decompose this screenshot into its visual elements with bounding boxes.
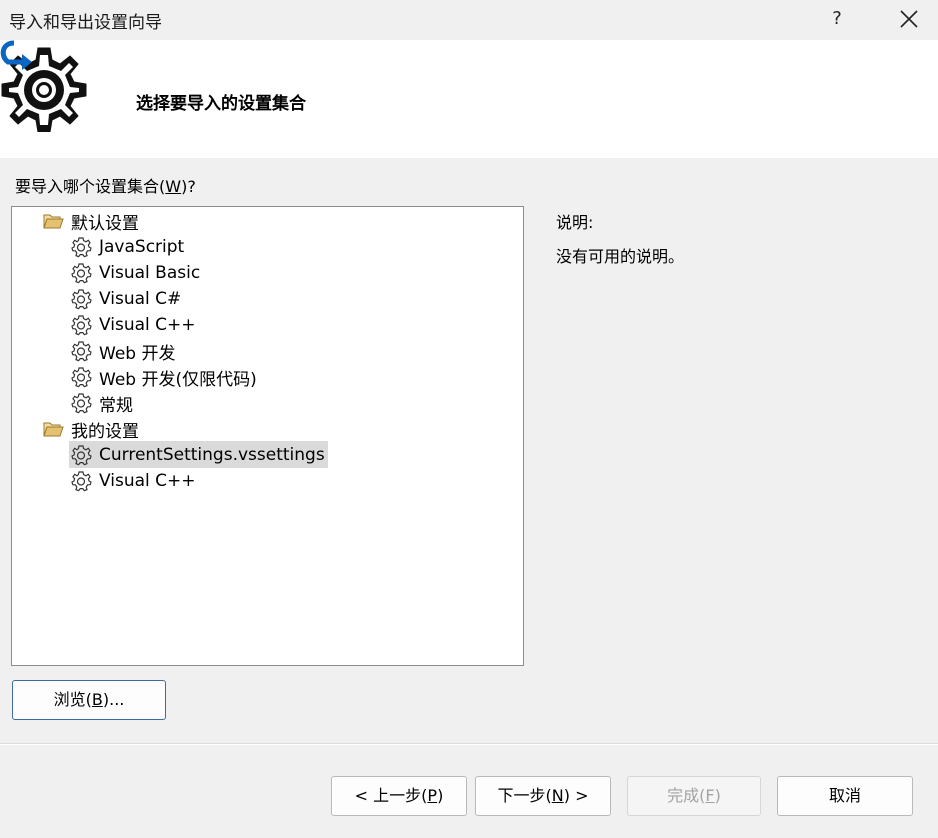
tree-item-label: Visual C++ [99,315,196,335]
close-icon [900,10,918,28]
prompt-text-end: )? [181,177,196,196]
next-accel-key: N [551,786,564,805]
gear-icon [71,341,92,362]
tree-item-web-dev[interactable]: Web 开发 [70,340,176,364]
gear-icon [71,471,92,492]
back-label: < 上一步( [354,786,428,805]
next-button[interactable]: 下一步(N) > [475,776,611,816]
tree-item-visual-csharp[interactable]: Visual C# [70,288,181,310]
help-button[interactable]: ? [822,2,852,36]
page-title: 选择要导入的设置集合 [136,94,306,114]
gear-icon [71,367,92,388]
gear-icon [71,289,92,310]
tree-item-label: Visual C++ [99,471,196,491]
tree-item-label: Web 开发(仅限代码) [99,369,257,390]
tree-item-visual-basic[interactable]: Visual Basic [70,262,200,284]
tree-item-current-settings[interactable]: CurrentSettings.vssettings [70,444,325,466]
browse-button[interactable]: 浏览(B)... [12,680,166,720]
browse-label-end: )... [102,690,125,709]
finish-label: 完成( [667,786,706,805]
prompt-text: 要导入哪个设置集合( [15,177,166,196]
back-accel-key: P [427,786,438,805]
tree-folder-my-settings[interactable]: 我的设置 [42,418,139,442]
settings-tree[interactable]: 默认设置 JavaScript Visual Basic Visual C# V… [11,206,524,666]
tree-folder-label: 我的设置 [71,421,139,442]
browse-label: 浏览( [53,690,92,709]
footer-separator [0,743,938,745]
tree-item-label: Visual Basic [99,263,201,283]
window-title: 导入和导出设置向导 [9,13,162,33]
tree-folder-default-settings[interactable]: 默认设置 [42,210,139,234]
title-bar: 导入和导出设置向导 ? [0,0,938,40]
tree-folder-label: 默认设置 [71,213,139,234]
next-label: 下一步( [497,786,552,805]
settings-import-icon [0,40,87,132]
cancel-label: 取消 [828,786,861,805]
tree-item-label: Visual C# [99,289,182,309]
folder-open-icon [43,422,64,437]
description-text: 没有可用的说明。 [556,247,685,266]
finish-button[interactable]: 完成(F) [627,776,761,816]
settings-collection-prompt: 要导入哪个设置集合(W)? [15,173,196,197]
tree-item-visual-cpp[interactable]: Visual C++ [70,314,196,336]
wizard-header: 选择要导入的设置集合 [0,40,938,158]
finish-accel-key: F [705,786,715,805]
tree-item-label: JavaScript [99,237,185,257]
gear-icon [71,315,92,336]
tree-item-general[interactable]: 常规 [70,392,133,416]
next-label-end: ) > [563,786,589,805]
tree-item-label: 常规 [99,395,133,416]
gear-icon [71,445,92,466]
finish-label-end: ) [714,786,721,805]
tree-item-label: Web 开发 [99,343,176,364]
tree-item-my-visual-cpp[interactable]: Visual C++ [70,470,196,492]
close-button[interactable] [892,2,926,36]
back-label-end: ) [437,786,444,805]
prompt-accel-key: W [165,177,182,196]
gear-icon [71,263,92,284]
browse-accel-key: B [91,690,103,709]
tree-item-web-dev-code-only[interactable]: Web 开发(仅限代码) [70,366,257,390]
cancel-button[interactable]: 取消 [777,776,913,816]
back-button[interactable]: < 上一步(P) [331,776,467,816]
description-label: 说明: [556,213,594,232]
folder-open-icon [43,214,64,229]
gear-icon [71,393,92,414]
tree-item-label: CurrentSettings.vssettings [99,445,325,465]
gear-icon [71,237,92,258]
tree-item-javascript[interactable]: JavaScript [70,236,184,258]
